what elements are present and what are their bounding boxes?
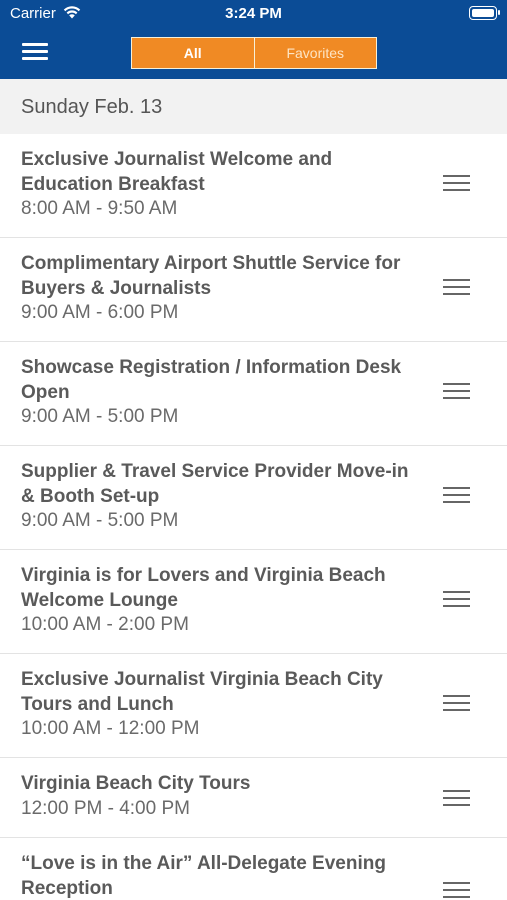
event-time: 10:00 AM - 2:00 PM: [21, 614, 189, 635]
status-time: 3:24 PM: [225, 5, 282, 22]
drag-handle-icon[interactable]: [443, 175, 471, 193]
event-list: Exclusive Journalist Welcome and Educati…: [0, 134, 507, 900]
event-row[interactable]: Supplier & Travel Service Provider Move-…: [0, 446, 507, 550]
event-row[interactable]: Exclusive Journalist Virginia Beach City…: [0, 654, 507, 758]
filter-segmented-control: All Favorites: [131, 37, 377, 69]
event-row[interactable]: “Love is in the Air” All-Delegate Evenin…: [0, 838, 507, 900]
event-time: 12:00 PM - 4:00 PM: [21, 798, 190, 819]
drag-handle-icon[interactable]: [443, 487, 471, 505]
event-time: 10:00 AM - 12:00 PM: [21, 718, 200, 739]
day-label: Sunday Feb. 13: [21, 96, 163, 118]
status-bar: Carrier 3:24 PM: [0, 0, 507, 28]
drag-handle-icon[interactable]: [443, 882, 471, 900]
drag-handle-icon[interactable]: [443, 383, 471, 401]
event-row[interactable]: Complimentary Airport Shuttle Service fo…: [0, 238, 507, 342]
tab-all[interactable]: All: [132, 38, 254, 68]
tab-favorites[interactable]: Favorites: [253, 38, 377, 68]
event-row[interactable]: Showcase Registration / Information Desk…: [0, 342, 507, 446]
event-title: Virginia Beach City Tours: [21, 773, 251, 794]
event-title: Virginia is for Lovers and Virginia Beac…: [21, 565, 386, 611]
event-time: 9:00 AM - 6:00 PM: [21, 302, 179, 323]
battery-icon: [469, 6, 500, 20]
drag-handle-icon[interactable]: [443, 695, 471, 713]
event-time: 9:00 AM - 5:00 PM: [21, 406, 179, 427]
drag-handle-icon[interactable]: [443, 279, 471, 297]
event-row[interactable]: Exclusive Journalist Welcome and Educati…: [0, 134, 507, 238]
event-title: Complimentary Airport Shuttle Service fo…: [21, 253, 401, 299]
event-row[interactable]: Virginia is for Lovers and Virginia Beac…: [0, 550, 507, 654]
drag-handle-icon[interactable]: [443, 790, 471, 808]
event-title: Showcase Registration / Information Desk…: [21, 357, 402, 403]
event-row[interactable]: Virginia Beach City Tours 12:00 PM - 4:0…: [0, 758, 507, 838]
event-title: Exclusive Journalist Virginia Beach City…: [21, 669, 383, 715]
day-section-header: Sunday Feb. 13: [0, 79, 507, 134]
event-title: Supplier & Travel Service Provider Move-…: [21, 461, 409, 507]
event-time: 8:00 AM - 9:50 AM: [21, 198, 178, 219]
hamburger-icon: [22, 43, 48, 46]
top-navigation-bar: Carrier 3:24 PM All Favorites: [0, 0, 507, 79]
hamburger-menu-button[interactable]: [22, 42, 50, 62]
event-title: Exclusive Journalist Welcome and Educati…: [21, 149, 333, 195]
event-time: 9:00 AM - 5:00 PM: [21, 510, 179, 531]
drag-handle-icon[interactable]: [443, 591, 471, 609]
event-title: “Love is in the Air” All-Delegate Evenin…: [21, 853, 386, 899]
